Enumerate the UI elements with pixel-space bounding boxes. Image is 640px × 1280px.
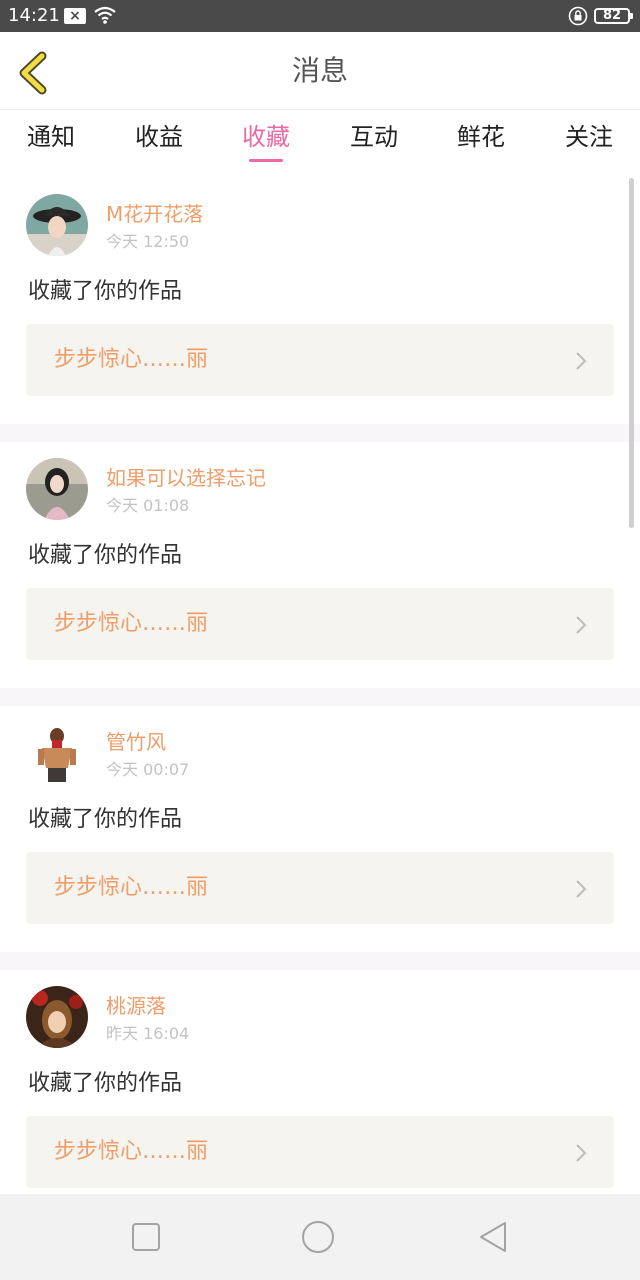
message-card: M花开花落 今天 12:50 收藏了你的作品 步步惊心……丽	[0, 178, 640, 424]
home-circle-icon[interactable]	[300, 1219, 336, 1255]
message-card: 桃源落 昨天 16:04 收藏了你的作品 步步惊心……丽	[0, 970, 640, 1194]
system-nav-bar	[0, 1194, 640, 1280]
wifi-icon	[94, 6, 116, 24]
tab-favorites[interactable]: 收藏	[226, 122, 306, 152]
active-tab-indicator	[249, 159, 283, 162]
message-action: 收藏了你的作品	[28, 1071, 183, 1096]
page-title: 消息	[291, 54, 348, 87]
tab-flowers[interactable]: 鲜花	[441, 122, 521, 152]
avatar[interactable]	[26, 458, 88, 520]
message-action: 收藏了你的作品	[28, 543, 183, 568]
message-list[interactable]: M花开花落 今天 12:50 收藏了你的作品 步步惊心……丽 如果可以选择忘记 …	[0, 178, 640, 1194]
message-time: 今天 01:08	[106, 496, 190, 515]
status-bar: 14:21 × 82	[0, 0, 640, 32]
tab-interaction[interactable]: 互动	[334, 122, 414, 152]
message-action: 收藏了你的作品	[28, 807, 183, 832]
message-action: 收藏了你的作品	[28, 279, 183, 304]
tab-bar: 通知 收益 收藏 互动 鲜花 关注	[0, 110, 640, 172]
tab-earnings[interactable]: 收益	[119, 122, 199, 152]
user-name[interactable]: M花开花落	[106, 202, 203, 226]
tab-notice[interactable]: 通知	[11, 122, 91, 152]
avatar[interactable]	[26, 194, 88, 256]
clock: 14:21	[8, 5, 60, 26]
chevron-right-icon	[576, 880, 587, 898]
message-card: 管竹风 今天 00:07 收藏了你的作品 步步惊心……丽	[0, 706, 640, 952]
tab-follow[interactable]: 关注	[549, 122, 629, 152]
avatar[interactable]	[26, 986, 88, 1048]
app-header: 消息	[0, 32, 640, 110]
divider	[0, 424, 640, 442]
lock-rotation-icon	[568, 6, 588, 26]
work-title: 步步惊心……丽	[54, 347, 209, 372]
work-link[interactable]: 步步惊心……丽	[26, 324, 614, 396]
work-title: 步步惊心……丽	[54, 1139, 209, 1164]
work-title: 步步惊心……丽	[54, 611, 209, 636]
work-link[interactable]: 步步惊心……丽	[26, 852, 614, 924]
chevron-right-icon	[576, 616, 587, 634]
message-card: 如果可以选择忘记 今天 01:08 收藏了你的作品 步步惊心……丽	[0, 442, 640, 688]
user-name[interactable]: 管竹风	[106, 730, 166, 754]
battery-icon: 82	[594, 8, 633, 24]
user-name[interactable]: 如果可以选择忘记	[106, 466, 266, 490]
work-link[interactable]: 步步惊心……丽	[26, 588, 614, 660]
divider	[0, 952, 640, 970]
chevron-right-icon	[576, 1144, 587, 1162]
work-link[interactable]: 步步惊心……丽	[26, 1116, 614, 1188]
user-name[interactable]: 桃源落	[106, 994, 166, 1018]
recent-apps-square-icon[interactable]	[128, 1219, 164, 1255]
avatar[interactable]	[26, 722, 88, 784]
back-triangle-icon[interactable]	[475, 1219, 511, 1255]
scrollbar[interactable]	[629, 178, 634, 528]
message-time: 今天 00:07	[106, 760, 190, 779]
work-title: 步步惊心……丽	[54, 875, 209, 900]
message-time: 昨天 16:04	[106, 1024, 190, 1043]
chevron-right-icon	[576, 352, 587, 370]
message-time: 今天 12:50	[106, 232, 190, 251]
notification-x-icon: ×	[64, 8, 86, 24]
divider	[0, 688, 640, 706]
